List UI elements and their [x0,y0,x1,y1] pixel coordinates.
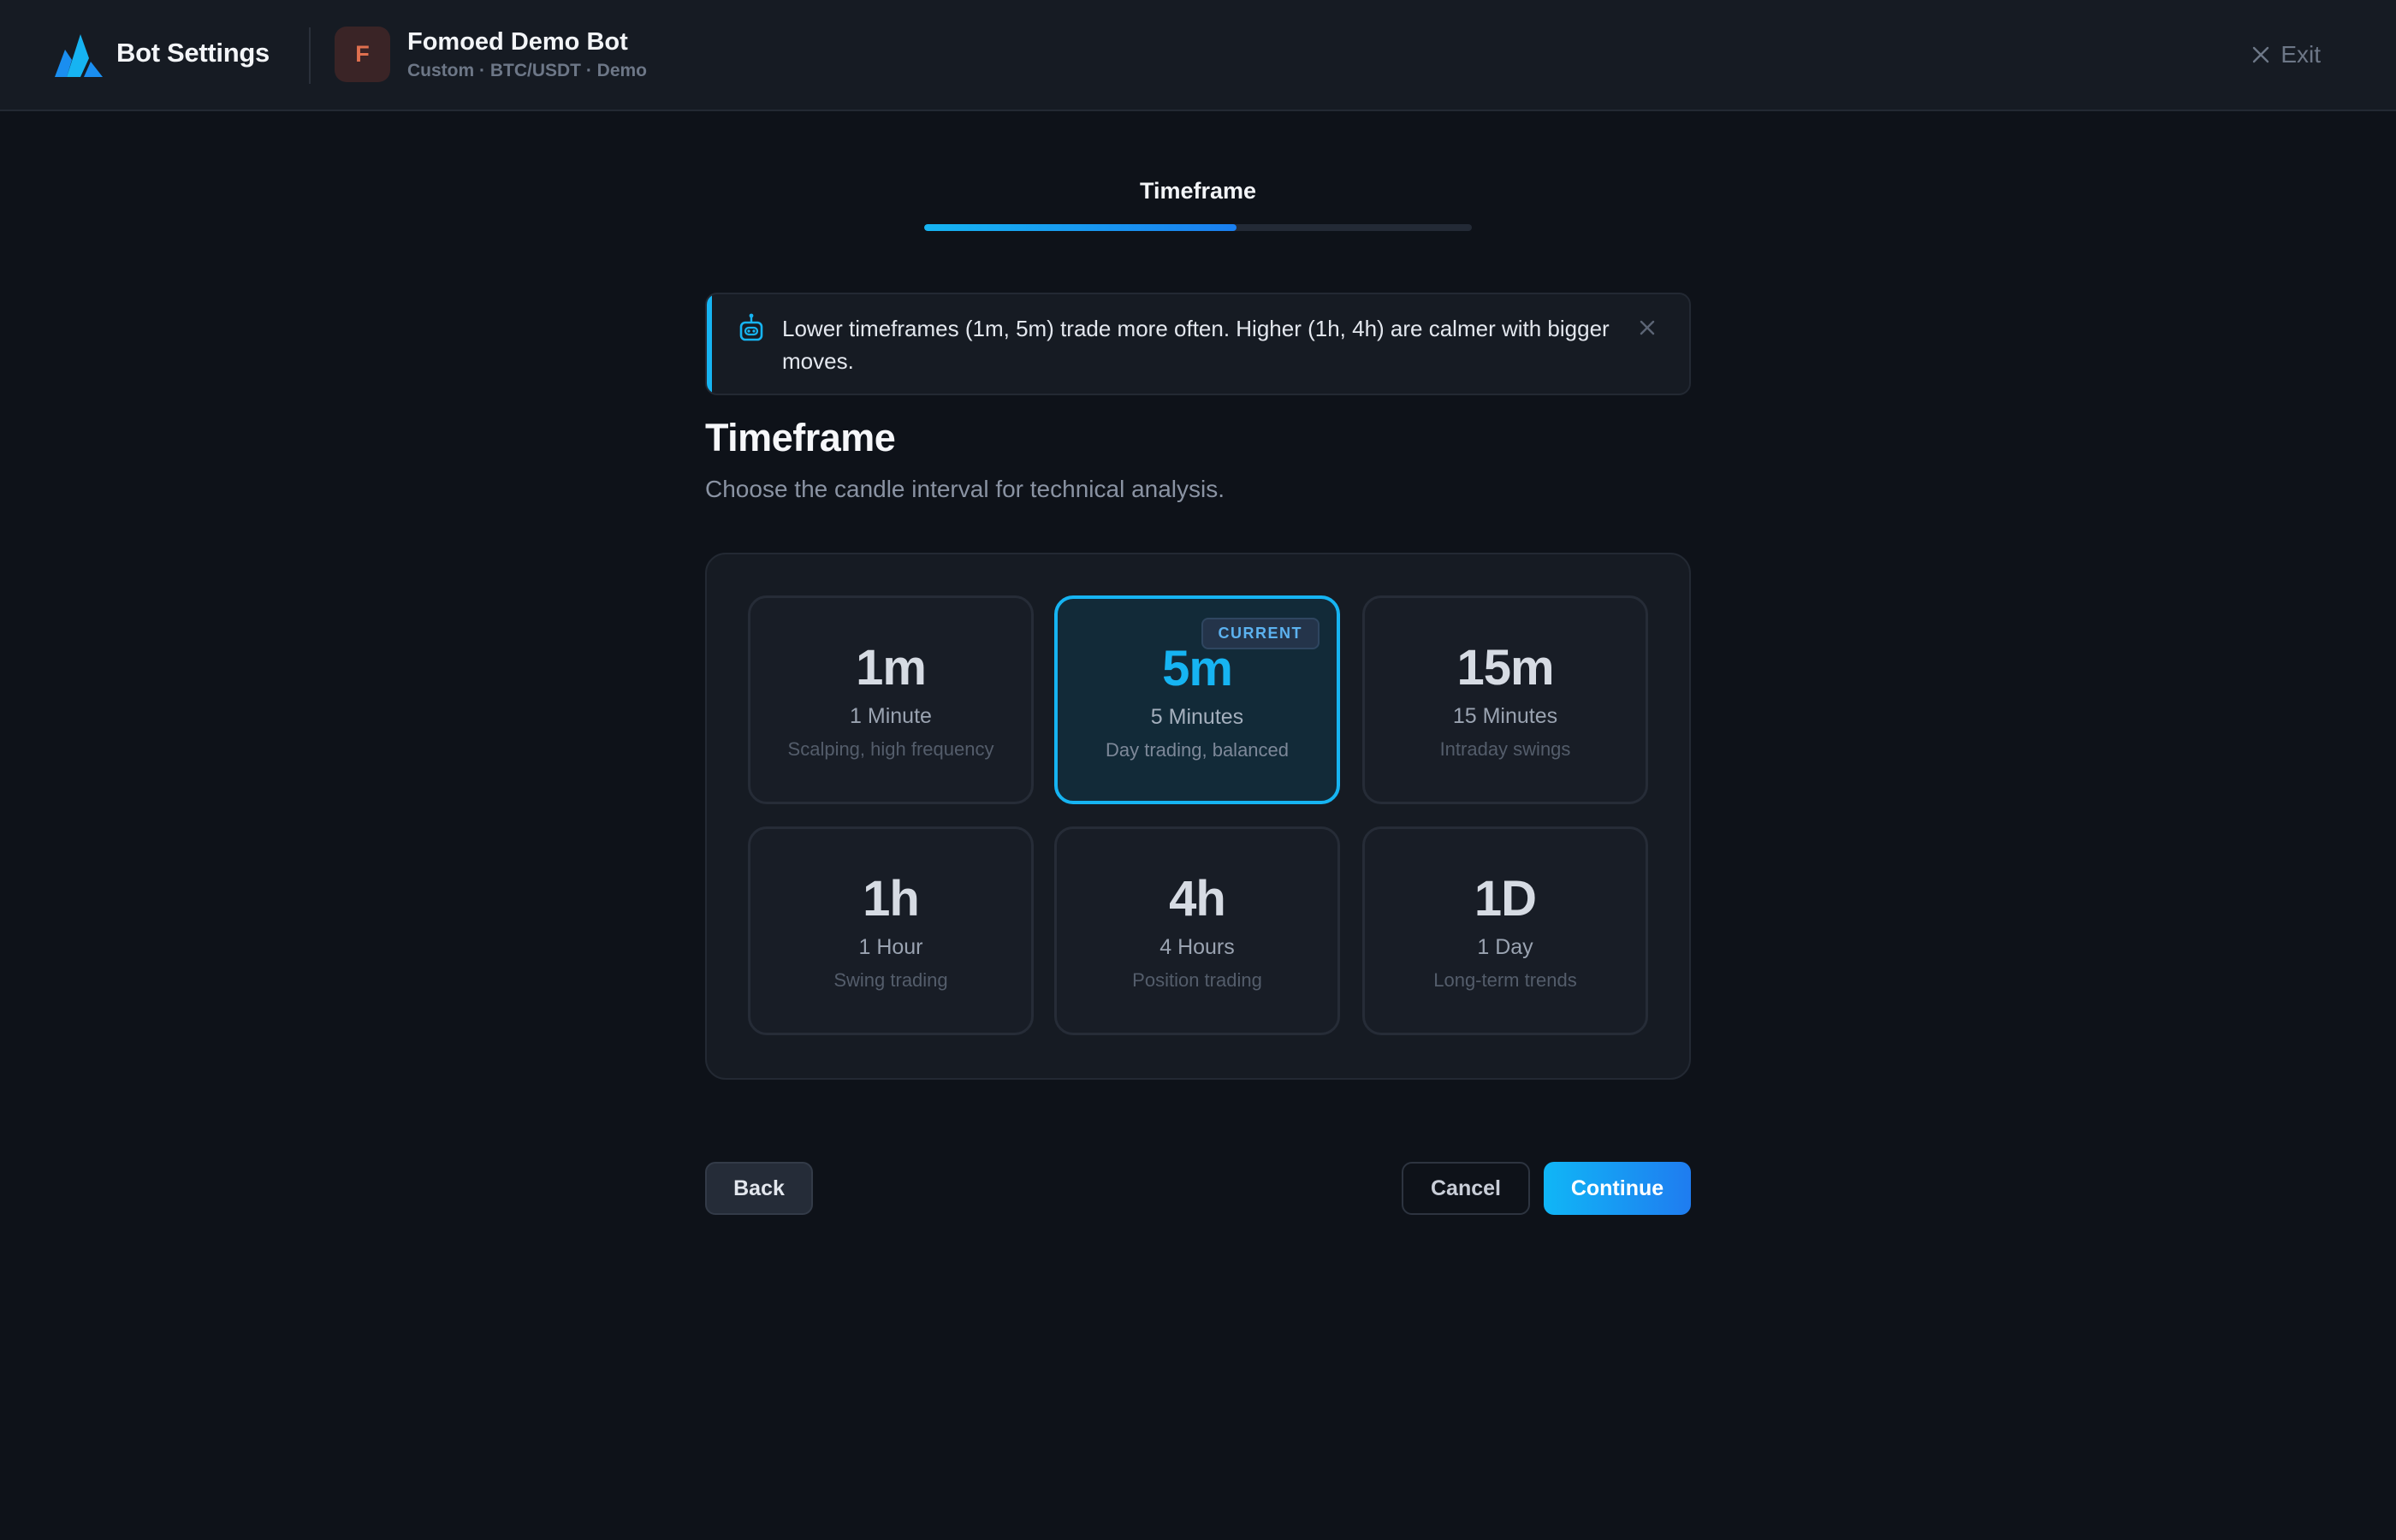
bot-name: Fomoed Demo Bot [407,28,628,56]
step-progress-bar [924,224,1472,231]
timeframe-option-1m[interactable]: 1m 1 Minute Scalping, high frequency [748,595,1034,804]
timeframe-value: 5m [1162,641,1233,696]
close-icon [2253,46,2269,63]
back-button[interactable]: Back [705,1162,813,1215]
timeframe-description: Swing trading [833,969,948,991]
timeframe-value: 4h [1169,871,1226,927]
continue-button[interactable]: Continue [1544,1162,1691,1215]
timeframe-description: Position trading [1132,969,1262,991]
timeframe-name: 5 Minutes [1150,705,1244,729]
header-divider [309,27,311,84]
timeframe-option-1h[interactable]: 1h 1 Hour Swing trading [748,826,1034,1035]
logo-icon [55,34,103,77]
top-bar: Bot Settings F Fomoed Demo Bot Custom · … [0,0,2396,111]
timeframe-option-5m[interactable]: CURRENT 5m 5 Minutes Day trading, balanc… [1054,595,1340,804]
timeframe-option-15m[interactable]: 15m 15 Minutes Intraday swings [1362,595,1648,804]
timeframe-description: Long-term trends [1433,969,1577,991]
banner-text: Lower timeframes (1m, 5m) trade more oft… [782,316,1610,374]
page-title: Timeframe [705,416,896,459]
timeframe-name: 1 Minute [850,704,932,728]
timeframe-name: 15 Minutes [1452,704,1558,728]
step-progress-fill [924,224,1237,231]
bot-meta: Custom · BTC/USDT · Demo [407,61,647,80]
timeframe-description: Scalping, high frequency [787,738,994,760]
page-subtitle: Choose the candle interval for technical… [705,476,1225,502]
timeframe-value: 1m [856,640,927,696]
timeframe-value: 1D [1474,871,1537,927]
info-banner: Lower timeframes (1m, 5m) trade more oft… [705,293,1691,395]
step-label: Timeframe [1139,178,1257,204]
timeframe-name: 1 Day [1477,935,1533,959]
timeframe-name: 4 Hours [1159,935,1235,959]
robot-icon [739,313,763,341]
banner-close-icon[interactable] [1636,317,1658,339]
exit-label: Exit [2280,41,2321,68]
timeframe-option-4h[interactable]: 4h 4 Hours Position trading [1054,826,1340,1035]
timeframe-name: 1 Hour [858,935,923,959]
timeframe-description: Day trading, balanced [1105,739,1290,761]
app-title: Bot Settings [116,38,270,68]
timeframe-value: 1h [863,871,920,927]
cancel-button[interactable]: Cancel [1402,1162,1530,1215]
timeframe-option-1d[interactable]: 1D 1 Day Long-term trends [1362,826,1648,1035]
bot-avatar: F [335,27,390,82]
exit-button[interactable]: Exit [2251,38,2321,72]
timeframe-value: 15m [1456,640,1554,696]
timeframe-description: Intraday swings [1439,738,1571,760]
